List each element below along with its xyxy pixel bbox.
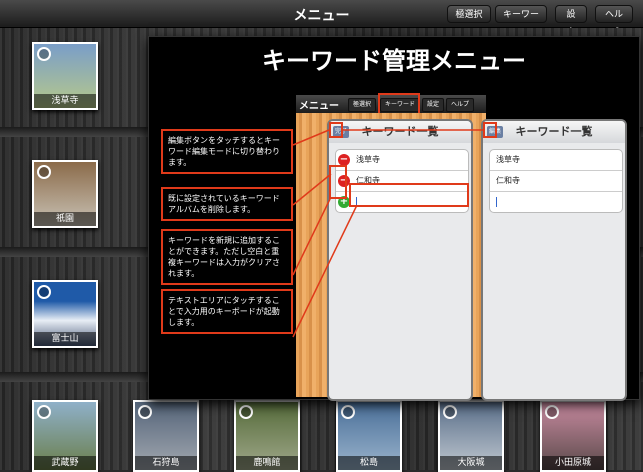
refresh-icon[interactable] bbox=[37, 47, 51, 61]
help-overlay[interactable]: キーワード管理メニュー メニュー 極選択 キーワード 設定 ヘルプ キーワード一… bbox=[148, 36, 640, 401]
refresh-icon[interactable] bbox=[443, 405, 457, 419]
album-thumbnail[interactable]: 大阪城 bbox=[438, 400, 504, 472]
album-thumbnail[interactable]: 武蔵野 bbox=[32, 400, 98, 472]
note-text-area: テキストエリアにタッチすることで入力用のキーボードが起動します。 bbox=[161, 289, 293, 334]
album-caption: 鹿鳴館 bbox=[236, 456, 298, 470]
album-thumbnail[interactable]: 浅草寺 bbox=[32, 42, 98, 110]
album-caption: 武蔵野 bbox=[34, 456, 96, 470]
refresh-icon[interactable] bbox=[239, 405, 253, 419]
album-caption: 祇園 bbox=[34, 212, 96, 226]
album-caption: 石狩島 bbox=[135, 456, 197, 470]
album-thumbnail[interactable]: 石狩島 bbox=[133, 400, 199, 472]
album-thumbnail[interactable]: 松島 bbox=[336, 400, 402, 472]
note-delete-keyword: 既に設定されているキーワードアルバムを削除します。 bbox=[161, 187, 293, 221]
album-caption: 松島 bbox=[338, 456, 400, 470]
album-thumbnail[interactable]: 鹿鳴館 bbox=[234, 400, 300, 472]
note-edit-button: 編集ボタンをタッチするとキーワード編集モードに切り替わります。 bbox=[161, 129, 293, 174]
refresh-icon[interactable] bbox=[545, 405, 559, 419]
album-caption: 小田原城 bbox=[542, 456, 604, 470]
album-caption: 富士山 bbox=[34, 332, 96, 346]
refresh-icon[interactable] bbox=[138, 405, 152, 419]
help-button[interactable]: ヘルプ bbox=[595, 5, 633, 38]
album-thumbnail[interactable]: 祇園 bbox=[32, 160, 98, 228]
select-button[interactable]: 極選択 bbox=[447, 5, 491, 23]
refresh-icon[interactable] bbox=[37, 285, 51, 299]
refresh-icon[interactable] bbox=[37, 165, 51, 179]
album-caption: 大阪城 bbox=[440, 456, 502, 470]
note-add-keyword: キーワードを新規に追加することができます。ただし空白と重複キーワードは入力がクリ… bbox=[161, 229, 293, 285]
album-thumbnail[interactable]: 小田原城 bbox=[540, 400, 606, 472]
album-thumbnail[interactable]: 富士山 bbox=[32, 280, 98, 348]
top-navigation-bar: メニュー 極選択 キーワード 設定 ヘルプ bbox=[0, 0, 643, 38]
keyword-button[interactable]: キーワード bbox=[495, 5, 547, 38]
settings-button[interactable]: 設定 bbox=[555, 5, 587, 38]
refresh-icon[interactable] bbox=[37, 405, 51, 419]
album-caption: 浅草寺 bbox=[34, 94, 96, 108]
refresh-icon[interactable] bbox=[341, 405, 355, 419]
